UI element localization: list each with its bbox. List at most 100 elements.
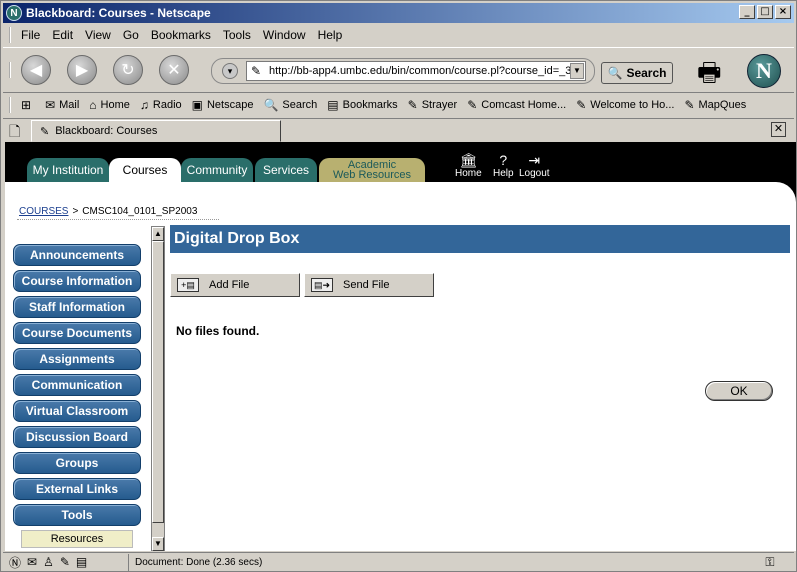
scrollbar-thumb[interactable] <box>152 241 164 523</box>
menu-tools[interactable]: Tools <box>223 28 251 42</box>
scroll-down-icon[interactable]: ▼ <box>152 537 164 551</box>
menu-staff-information[interactable]: Staff Information <box>13 296 141 318</box>
tab-courses[interactable]: Courses <box>109 158 181 182</box>
course-menu: Announcements Course Information Staff I… <box>13 244 141 548</box>
menu-communication[interactable]: Communication <box>13 374 141 396</box>
stop-icon: ✕ <box>167 62 181 79</box>
bookmark-strayer[interactable]: ✎ Strayer <box>408 98 458 112</box>
add-file-icon: +▤ <box>177 278 199 292</box>
back-button[interactable]: ◀ <box>21 55 51 85</box>
navigation-toolbar: ◀ ▶ ↻ ✕ ▾ ✎ http://bb-app4.umbc.edu/bin/… <box>3 47 794 93</box>
menu-external-links[interactable]: External Links <box>13 478 141 500</box>
menu-bookmarks[interactable]: Bookmarks <box>151 28 211 42</box>
header-help-link[interactable]: ? Help <box>493 152 514 179</box>
search-icon: 🔍 <box>607 66 623 80</box>
scroll-up-icon[interactable]: ▲ <box>152 227 164 241</box>
bookmark-home[interactable]: ⌂ Home <box>89 98 130 112</box>
bookmark-radio[interactable]: ♫ Radio <box>140 98 182 112</box>
menu-groups[interactable]: Groups <box>13 452 141 474</box>
menu-bar: File Edit View Go Bookmarks Tools Window… <box>3 25 794 45</box>
navigator-icon[interactable]: Ⓝ <box>9 554 21 571</box>
breadcrumb-separator: > <box>72 206 79 217</box>
help-icon: ? <box>499 152 508 168</box>
menu-assignments[interactable]: Assignments <box>13 348 141 370</box>
menu-view[interactable]: View <box>85 28 111 42</box>
toolbar-grip[interactable] <box>9 97 15 113</box>
send-file-button[interactable]: ▤➜ Send File <box>304 273 434 297</box>
menu-discussion-board[interactable]: Discussion Board <box>13 426 141 448</box>
print-icon[interactable]: 🖶 <box>697 54 722 98</box>
reload-button[interactable]: ↻ <box>113 55 143 85</box>
page-content: My Institution Courses Community Service… <box>5 142 796 551</box>
title-bar: N Blackboard: Courses - Netscape _ □ × <box>3 3 794 23</box>
mail-icon[interactable]: ✉ <box>27 555 37 569</box>
url-dropdown-icon[interactable]: ▾ <box>222 63 238 79</box>
link-icon: ✎ <box>576 98 587 112</box>
my-netscape-icon: ▣ <box>191 98 203 112</box>
tab-academic-web-resources[interactable]: Academic Web Resources <box>319 158 425 182</box>
tab-label: Blackboard: Courses <box>55 125 158 137</box>
forward-button[interactable]: ▶ <box>67 55 97 85</box>
add-file-button[interactable]: +▤ Add File <box>170 273 300 297</box>
menu-course-documents[interactable]: Course Documents <box>13 322 141 344</box>
blackboard-header: My Institution Courses Community Service… <box>5 142 796 182</box>
bookmarks-icon: ▤ <box>327 98 339 112</box>
bookmark-mail[interactable]: ✉ Mail <box>45 98 79 112</box>
menu-announcements[interactable]: Announcements <box>13 244 141 266</box>
bookmark-welcome[interactable]: ✎ Welcome to Ho... <box>576 98 674 112</box>
link-icon: ✎ <box>684 98 695 112</box>
menu-file[interactable]: File <box>21 28 40 42</box>
status-text: Document: Done (2.36 secs) <box>135 556 263 568</box>
bookmark-comcast[interactable]: ✎ Comcast Home... <box>467 98 566 112</box>
header-home-link[interactable]: 🏛 Home <box>455 152 482 179</box>
tab-community[interactable]: Community <box>181 158 253 182</box>
close-tab-button[interactable]: ✕ <box>771 122 786 137</box>
reload-icon: ↻ <box>121 62 135 79</box>
empty-message: No files found. <box>176 324 260 338</box>
bookmark-netscape[interactable]: ▣ Netscape <box>192 98 254 112</box>
course-menu-scrollbar[interactable]: ▲ ▼ <box>151 226 165 551</box>
toolbar-grip[interactable] <box>9 62 15 78</box>
url-history-dropdown[interactable]: ▼ <box>570 63 584 79</box>
menu-edit[interactable]: Edit <box>52 28 73 42</box>
maximize-button[interactable]: □ <box>757 5 773 19</box>
tab-services[interactable]: Services <box>255 158 317 182</box>
bookmark-mapquest[interactable]: ✎ MapQues <box>684 98 746 112</box>
component-bar: Ⓝ ✉ ♙ ✎ ▤ <box>3 553 129 571</box>
menu-go[interactable]: Go <box>123 28 139 42</box>
menu-window[interactable]: Window <box>263 28 306 42</box>
tab-my-institution[interactable]: My Institution <box>27 158 109 182</box>
composer-icon[interactable]: ✎ <box>60 555 70 569</box>
home-icon: ⌂ <box>89 98 97 112</box>
security-lock-icon[interactable]: ⚿ <box>746 555 794 570</box>
toolbar-grip[interactable] <box>9 27 15 43</box>
link-icon: ✎ <box>467 98 478 112</box>
bookmark-bookmarks[interactable]: ▤ Bookmarks <box>327 98 397 112</box>
tab-blackboard-courses[interactable]: ✎ Blackboard: Courses <box>31 120 281 142</box>
forward-arrow-icon: ▶ <box>75 62 89 79</box>
close-button[interactable]: × <box>775 5 791 19</box>
minimize-button[interactable]: _ <box>739 5 755 19</box>
address-book-icon[interactable]: ▤ <box>76 555 87 569</box>
personal-toolbar-menu-icon[interactable]: ⊞ <box>21 98 35 112</box>
instant-messenger-icon[interactable]: ♙ <box>43 555 54 569</box>
menu-course-information[interactable]: Course Information <box>13 270 141 292</box>
breadcrumb-courses-link[interactable]: COURSES <box>19 206 68 217</box>
ok-button[interactable]: OK <box>705 381 773 401</box>
bookmark-search[interactable]: 🔍 Search <box>263 98 317 112</box>
page-title: Digital Drop Box <box>170 225 790 253</box>
window-title: Blackboard: Courses - Netscape <box>26 6 211 20</box>
menu-resources[interactable]: Resources <box>21 530 133 548</box>
send-file-icon: ▤➜ <box>311 278 333 292</box>
netscape-logo[interactable]: N <box>747 54 781 88</box>
personal-toolbar: ⊞ ✉ Mail ⌂ Home ♫ Radio ▣ Netscape 🔍 Search ▤… <box>3 94 794 116</box>
menu-virtual-classroom[interactable]: Virtual Classroom <box>13 400 141 422</box>
menu-tools[interactable]: Tools <box>13 504 141 526</box>
stop-button[interactable]: ✕ <box>159 55 189 85</box>
search-button[interactable]: 🔍 Search <box>601 62 673 84</box>
add-file-label: Add File <box>209 279 250 291</box>
radio-icon: ♫ <box>139 98 149 112</box>
header-logout-link[interactable]: ⇥ Logout <box>519 152 550 179</box>
url-input[interactable]: ✎ http://bb-app4.umbc.edu/bin/common/cou… <box>246 61 586 81</box>
menu-help[interactable]: Help <box>318 28 343 42</box>
